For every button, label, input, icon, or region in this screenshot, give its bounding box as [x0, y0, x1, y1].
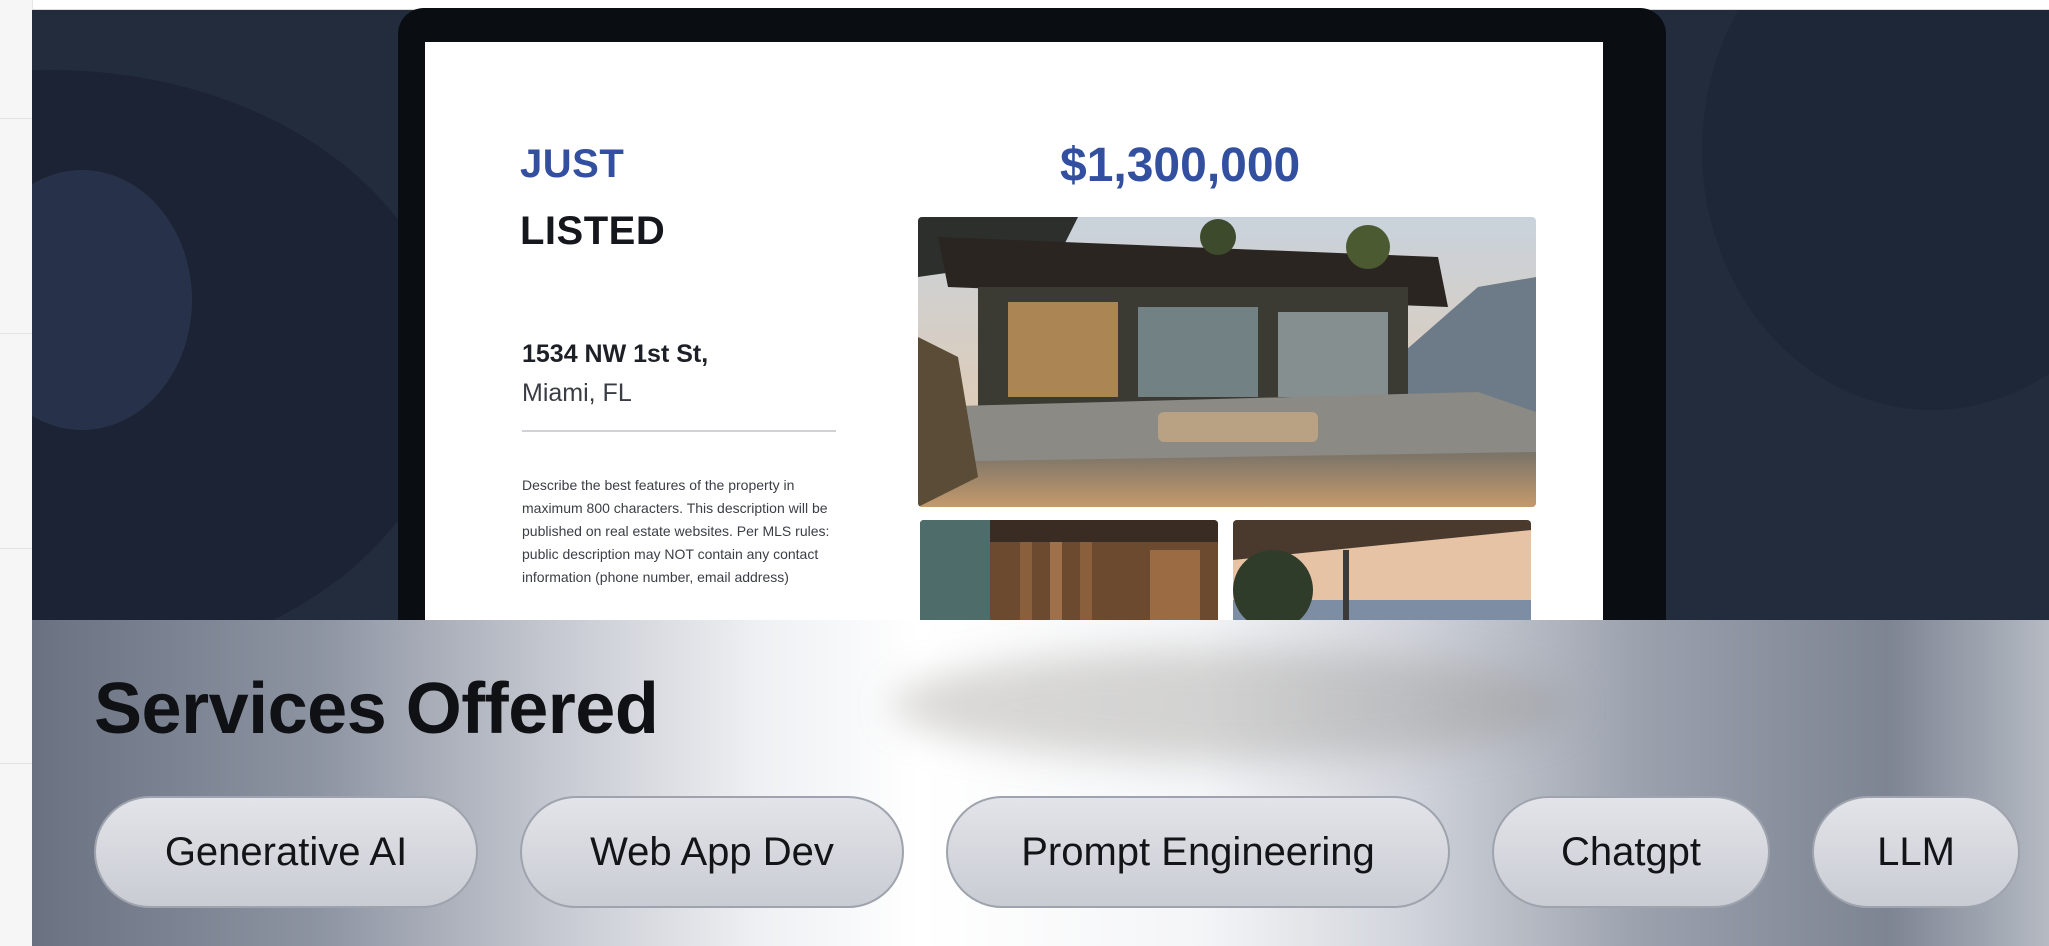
- services-section: Services Offered Generative AI Web App D…: [32, 620, 2049, 946]
- flyer-description: Describe the best features of the proper…: [522, 477, 830, 585]
- background-glow: [892, 650, 1572, 760]
- flyer-price: $1,300,000: [1060, 139, 1301, 192]
- service-tag-llm[interactable]: LLM: [1812, 796, 2020, 908]
- background-shape: [1702, 10, 2049, 410]
- flyer-divider: [522, 430, 836, 432]
- flyer-city: Miami, FL: [522, 379, 632, 407]
- side-gutter: [0, 0, 33, 946]
- service-tags: Generative AI Web App Dev Prompt Enginee…: [94, 796, 2020, 908]
- service-tag-web-app-dev[interactable]: Web App Dev: [520, 796, 904, 908]
- flyer-address: 1534 NW 1st St,: [522, 340, 709, 368]
- flyer-headline-listed: LISTED: [520, 209, 666, 253]
- real-estate-flyer: JUST LISTED 1534 NW 1st St, Miami, FL De…: [425, 42, 1603, 642]
- flyer-headline-just: JUST: [520, 142, 625, 186]
- service-tag-prompt-engineering[interactable]: Prompt Engineering: [946, 796, 1450, 908]
- house-exterior-photo: [918, 217, 1536, 507]
- services-title: Services Offered: [94, 669, 659, 749]
- service-tag-chatgpt[interactable]: Chatgpt: [1492, 796, 1770, 908]
- service-tag-generative-ai[interactable]: Generative AI: [94, 796, 478, 908]
